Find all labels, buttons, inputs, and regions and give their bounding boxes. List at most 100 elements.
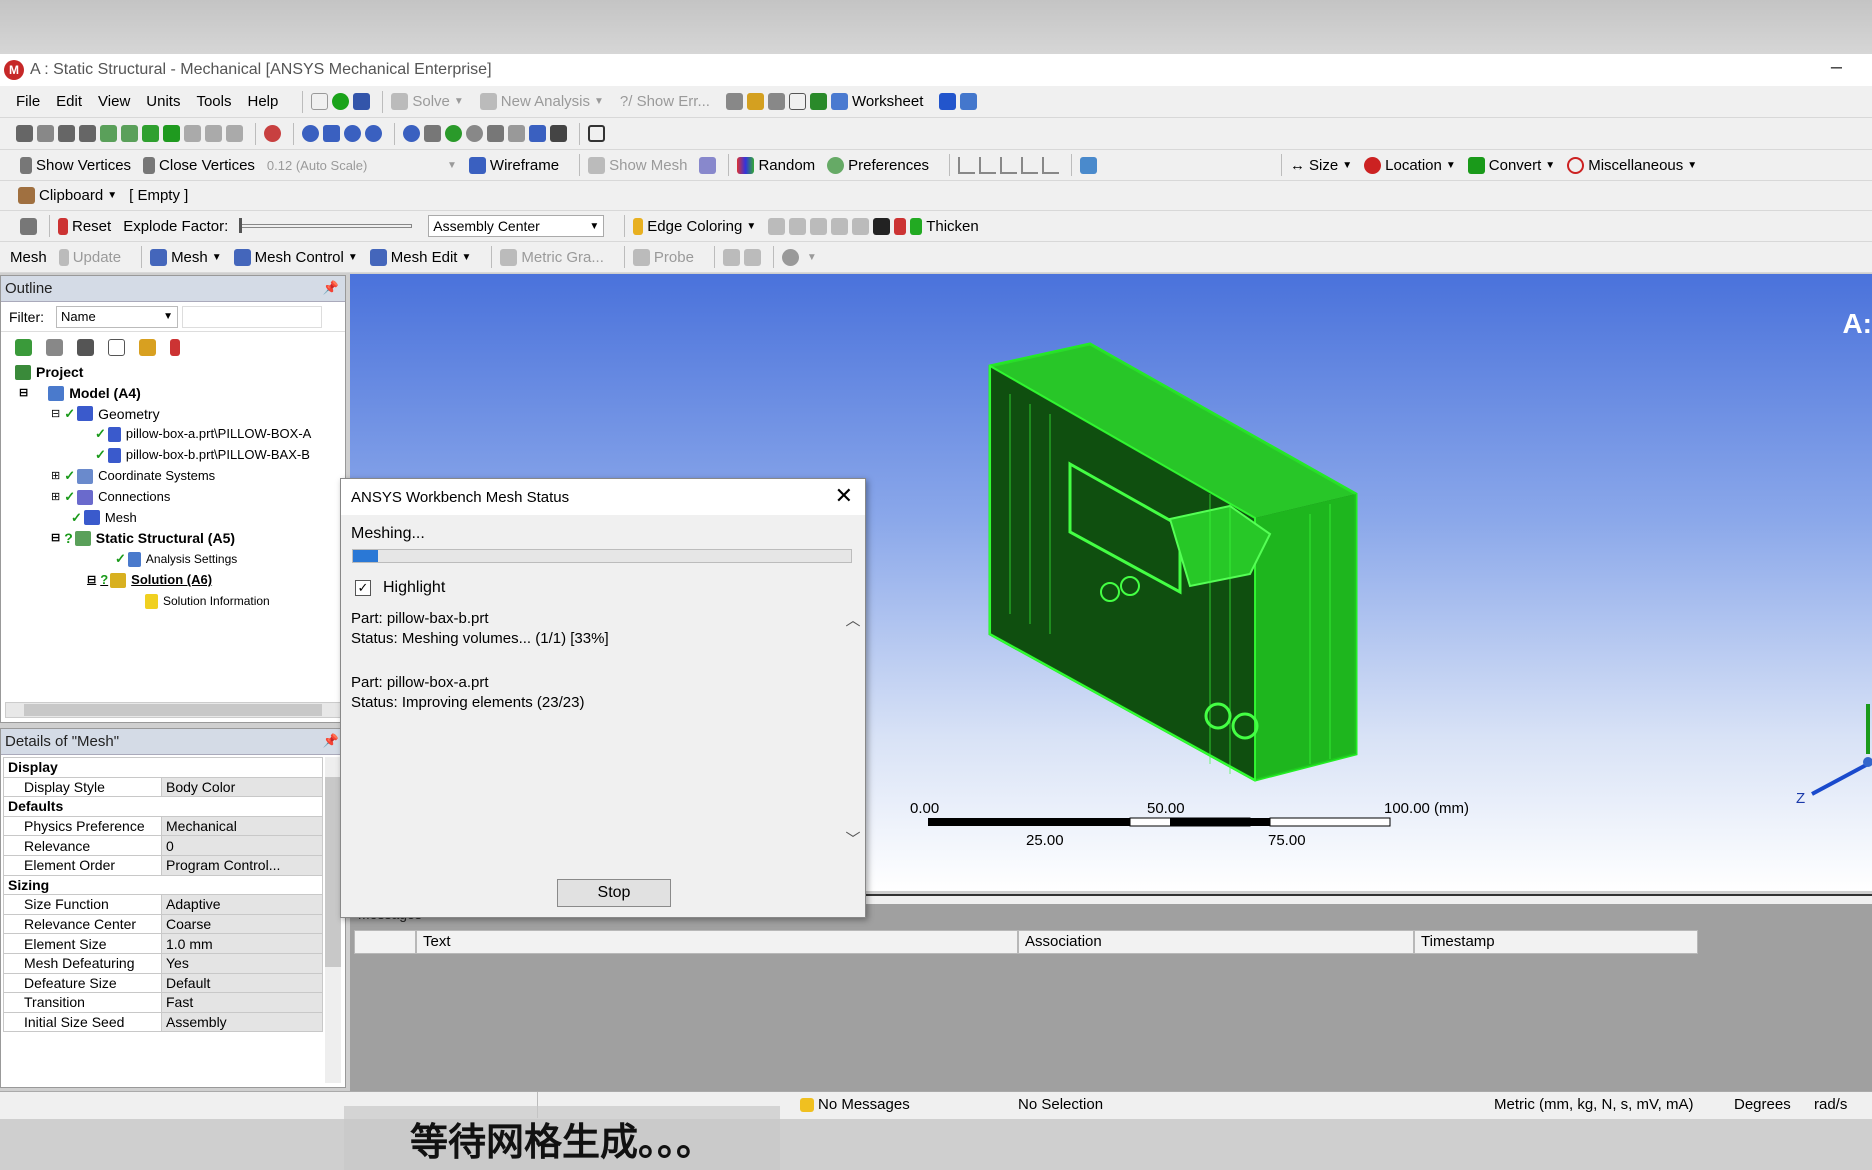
details-row[interactable]: Element Size 1.0 mm [3,933,323,954]
select-face-icon[interactable] [58,125,75,142]
edge-style-3-icon[interactable] [810,217,828,235]
new-analysis-button[interactable]: New Analysis ▼ [479,93,604,110]
folder-icon[interactable] [139,338,156,356]
edge-style-4-icon[interactable] [831,217,849,235]
details-value[interactable]: Adaptive [161,894,323,915]
zoom-fit-icon[interactable] [403,125,420,142]
worksheet-button[interactable]: Worksheet [830,93,923,110]
details-row[interactable]: Transition Fast [3,992,323,1013]
zoom-to-fit-icon[interactable] [424,125,441,142]
axis-xy-icon[interactable] [1021,156,1039,174]
check-icon[interactable] [332,93,350,110]
next-view-icon[interactable] [529,125,546,142]
status-units[interactable]: Metric (mm, kg, N, s, mV, mA) [1494,1096,1693,1113]
probe-button[interactable]: Probe [632,248,694,266]
details-value[interactable]: 0 [161,835,323,856]
mesh-dropdown[interactable]: Mesh ▼ [150,248,222,266]
pin-icon[interactable]: 📌 [323,280,339,296]
edge-select-icon[interactable] [121,125,138,142]
pin-icon[interactable] [873,217,891,235]
details-row[interactable]: Relevance 0 [3,835,323,856]
highlight-checkbox[interactable]: ✓ Highlight [355,579,445,597]
show-errors-button[interactable]: ?/ Show Err... [620,93,710,110]
details-row[interactable]: Defeature Size Default [3,972,323,994]
tree-item-analysis-settings[interactable]: ✓ Analysis Settings [5,549,345,570]
details-vscrollbar[interactable] [325,757,341,1083]
tree-item-model[interactable]: ⊟ Model (A4) [5,383,345,404]
miscellaneous-dropdown[interactable]: Miscellaneous ▼ [1567,156,1697,174]
tree-item-part-a[interactable]: ✓ pillow-box-a.prt\PILLOW-BOX-A [5,424,345,445]
select-point-icon[interactable] [16,125,33,142]
tree-item-mesh[interactable]: ✓ Mesh [5,508,345,529]
shape-dropdown[interactable]: ▼ [781,248,817,266]
minus-box-icon[interactable] [108,338,125,356]
explode-factor-slider[interactable] [239,218,413,233]
details-row[interactable]: Initial Size Seed Assembly [3,1011,323,1033]
thickness-icon[interactable] [894,217,907,235]
details-group-row[interactable]: Sizing [3,874,323,896]
menu-view[interactable]: View [98,93,130,110]
details-value[interactable]: Body Color [161,776,323,798]
text-icon[interactable] [788,93,806,110]
status-rad-per-s[interactable]: rad/s [1814,1096,1847,1113]
mesh-edit-dropdown[interactable]: Mesh Edit ▼ [369,248,471,266]
details-value[interactable]: Assembly [161,1011,323,1033]
preferences-button[interactable]: Preferences [827,156,929,174]
axis-x-icon[interactable] [958,156,976,174]
details-value[interactable]: Program Control... [161,854,323,876]
select-edge-icon[interactable] [37,125,54,142]
filter-search-input[interactable] [182,305,322,328]
snap-icon[interactable] [264,125,281,142]
pin-icon[interactable]: 📌 [323,733,339,749]
pan-icon[interactable] [323,125,340,142]
slider-handle[interactable] [239,218,243,233]
expand-icon[interactable] [15,338,32,356]
axis-y-icon[interactable] [979,156,997,174]
log-vscrollbar[interactable]: ︿ ﹀ [844,609,862,849]
mesh-select-icon[interactable] [226,125,243,142]
column-text[interactable]: Text [416,930,1018,954]
details-value[interactable]: 1.0 mm [161,933,323,954]
clipboard-dropdown[interactable]: Clipboard ▼ [18,187,117,204]
isometric-icon[interactable] [487,125,504,142]
column-association[interactable]: Association [1018,930,1414,954]
collapse-icon[interactable] [46,338,63,356]
details-value[interactable]: Mechanical [161,815,323,837]
details-row[interactable]: Relevance Center Coarse [3,913,323,935]
pointer-icon[interactable] [79,125,96,142]
assembly-center-dropdown[interactable]: Assembly Center ▼ [428,215,605,237]
details-row[interactable]: Size Function Adaptive [3,894,323,915]
details-group-row[interactable]: Display [3,757,323,778]
menu-tools[interactable]: Tools [196,93,231,110]
previous-view-icon[interactable] [508,125,525,142]
geometry-icon[interactable] [311,93,329,110]
details-row[interactable]: Display Style Body Color [3,776,323,798]
tree-item-solution[interactable]: ⊟? Solution (A6) [5,570,345,591]
update-button[interactable]: Update [58,248,121,266]
pillow-box-model[interactable] [988,342,1358,782]
size-dropdown[interactable]: ↔ Size ▼ [1290,157,1352,174]
chevron-down-icon[interactable]: ﹀ [844,828,862,849]
body-select-icon[interactable] [163,125,180,142]
convert-dropdown[interactable]: Convert ▼ [1467,156,1555,174]
scrollbar-thumb[interactable] [325,777,341,967]
solve-button[interactable]: Solve ▼ [391,93,464,110]
close-vertices-button[interactable]: Close Vertices [143,156,255,174]
scrollbar-thumb[interactable] [24,704,322,716]
zoom-out-icon[interactable] [466,125,483,142]
details-value[interactable]: Fast [161,992,323,1013]
explode-icon[interactable] [699,156,717,174]
details-row[interactable]: Element Order Program Control... [3,854,323,876]
mesh-control-dropdown[interactable]: Mesh Control ▼ [233,248,358,266]
scale-dropdown[interactable]: 0.12 (Auto Scale) ▼ [267,158,457,173]
table-icon[interactable] [725,93,743,110]
details-row[interactable]: Mesh Defeaturing Yes [3,952,323,974]
lock-icon[interactable] [550,125,567,142]
axis-yz-icon[interactable] [1042,156,1060,174]
tree-icon[interactable] [353,93,371,110]
tree-item-coordinate-systems[interactable]: ⊞ ✓ Coordinate Systems [5,466,345,487]
report-icon[interactable] [767,93,785,110]
menu-units[interactable]: Units [146,93,180,110]
edge-style-1-icon[interactable] [768,217,786,235]
tag-icon[interactable] [960,93,978,110]
